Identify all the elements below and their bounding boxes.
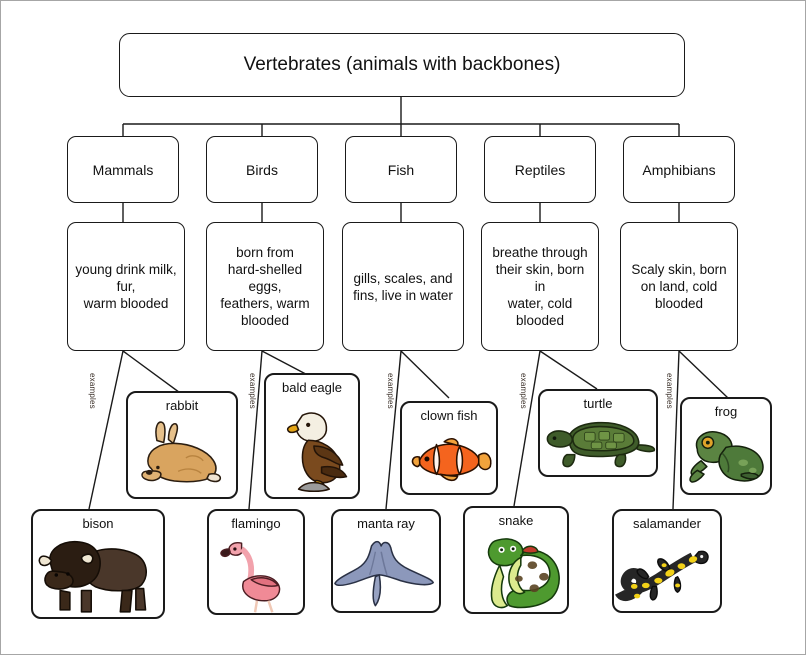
connector-label-reptiles: examples [519, 373, 528, 409]
bison-illustration [33, 531, 163, 617]
example-card-turtle: turtle [538, 389, 658, 477]
example-label-clown-fish: clown fish [420, 408, 478, 423]
rabbit-illustration [128, 413, 236, 497]
example-label-salamander: salamander [633, 516, 701, 531]
description-node-amphibians: Scaly skin, born on land, cold blooded [620, 222, 738, 351]
category-label-reptiles: Reptiles [514, 161, 566, 178]
example-label-bald-eagle: bald eagle [282, 380, 342, 395]
example-card-flamingo: flamingo [207, 509, 305, 615]
example-card-bald-eagle: bald eagle [264, 373, 360, 499]
connector-label-birds: examples [248, 373, 257, 409]
description-node-fish: gills, scales, and fins, live in water [342, 222, 464, 351]
category-node-amphibians: Amphibians [623, 136, 735, 203]
category-label-fish: Fish [387, 161, 415, 178]
diagram-canvas: Vertebrates (animals with backbones) Mam… [0, 0, 806, 655]
category-label-mammals: Mammals [92, 161, 154, 178]
connector-label-mammals: examples [88, 373, 97, 409]
description-node-reptiles: breathe through their skin, born in wate… [481, 222, 599, 351]
example-label-manta-ray: manta ray [357, 516, 415, 531]
description-text-fish: gills, scales, and fins, live in water [353, 270, 453, 303]
bald-eagle-illustration [266, 395, 358, 497]
example-card-frog: frog [680, 397, 772, 495]
example-label-bison: bison [82, 516, 114, 531]
category-node-reptiles: Reptiles [484, 136, 596, 203]
connector-label-text: examples [88, 373, 97, 409]
example-label-rabbit: rabbit [165, 398, 199, 413]
root-node-vertebrates: Vertebrates (animals with backbones) [119, 33, 685, 97]
clown-fish-illustration [402, 423, 496, 493]
category-node-birds: Birds [206, 136, 318, 203]
example-label-frog: frog [714, 404, 738, 419]
category-label-birds: Birds [246, 161, 278, 178]
turtle-illustration [540, 411, 656, 475]
salamander-illustration [614, 531, 720, 611]
example-card-clown-fish: clown fish [400, 401, 498, 495]
frog-illustration [682, 419, 770, 493]
example-card-rabbit: rabbit [126, 391, 238, 499]
snake-illustration [465, 528, 567, 612]
description-node-birds: born from hard-shelled eggs, feathers, w… [206, 222, 324, 351]
example-label-snake: snake [498, 513, 534, 528]
description-text-amphibians: Scaly skin, born on land, cold blooded [631, 262, 727, 311]
connector-label-text: examples [519, 373, 528, 409]
flamingo-illustration [209, 531, 303, 613]
connector-label-text: examples [248, 373, 257, 409]
description-text-reptiles: breathe through their skin, born in wate… [492, 245, 588, 328]
description-node-mammals: young drink milk, fur, warm blooded [67, 222, 185, 351]
category-label-amphibians: Amphibians [642, 161, 716, 178]
connector-label-text: examples [665, 373, 674, 409]
connector-label-amphibians: examples [665, 373, 674, 409]
root-node-label: Vertebrates (animals with backbones) [243, 54, 561, 75]
description-text-mammals: young drink milk, fur, warm blooded [75, 262, 177, 311]
manta-ray-illustration [333, 531, 439, 611]
description-text-birds: born from hard-shelled eggs, feathers, w… [220, 245, 310, 328]
example-label-flamingo: flamingo [231, 516, 281, 531]
connector-label-text: examples [386, 373, 395, 409]
category-node-fish: Fish [345, 136, 457, 203]
example-card-bison: bison [31, 509, 165, 619]
example-card-manta-ray: manta ray [331, 509, 441, 613]
connector-label-fish: examples [386, 373, 395, 409]
example-label-turtle: turtle [583, 396, 613, 411]
example-card-snake: snake [463, 506, 569, 614]
example-card-salamander: salamander [612, 509, 722, 613]
category-node-mammals: Mammals [67, 136, 179, 203]
